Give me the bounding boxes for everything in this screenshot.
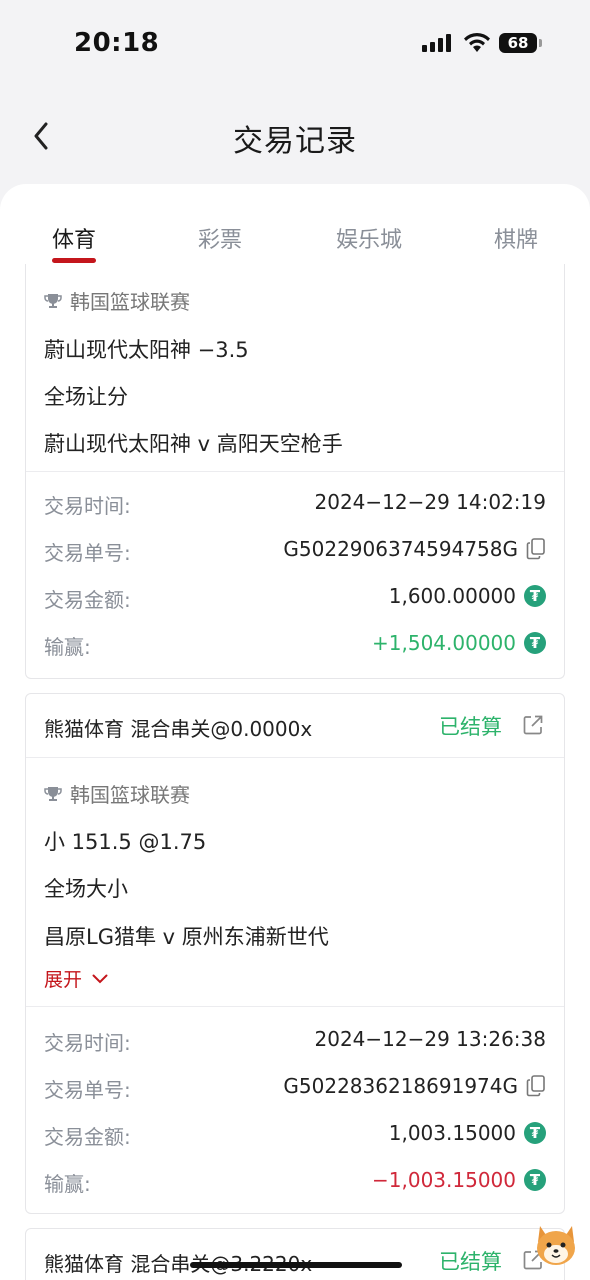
tab-sports[interactable]: 体育 — [52, 222, 96, 254]
order-number-value: G5022906374594758G — [283, 537, 518, 561]
external-link-icon[interactable] — [522, 714, 544, 736]
league: 韩国篮球联赛 — [44, 286, 190, 315]
tab-bar: 体育 彩票 娱乐城 棋牌 — [0, 184, 590, 276]
tab-active-indicator — [52, 258, 96, 263]
winloss: +1,504.00000 ₮ — [372, 631, 546, 655]
expand-label: 展开 — [44, 969, 83, 991]
winloss-label: 输赢: — [44, 1172, 91, 1196]
order-number-row: 交易单号: G5022906374594758G — [44, 537, 546, 567]
trophy-icon — [44, 293, 62, 308]
tether-icon: ₮ — [524, 632, 546, 654]
trophy-icon — [44, 786, 62, 801]
league: 韩国篮球联赛 — [44, 779, 190, 808]
winloss-value: +1,504.00000 — [372, 631, 516, 655]
tether-icon: ₮ — [524, 1122, 546, 1144]
bet-detail: 韩国篮球联赛 小 151.5 @1.75 全场大小 昌原LG猎隼 v 原州东浦新… — [26, 758, 564, 1007]
home-indicator — [190, 1262, 402, 1268]
league-name: 韩国篮球联赛 — [70, 290, 190, 314]
shiba-mascot-icon[interactable] — [530, 1220, 582, 1272]
settled-status: 已结算 — [439, 715, 502, 739]
amount-value: 1,003.15000 — [388, 1121, 516, 1145]
amount-label: 交易金额: — [44, 1125, 131, 1149]
tether-icon: ₮ — [524, 585, 546, 607]
trade-time-row: 交易时间: 2024−12−29 13:26:38 — [44, 1027, 546, 1057]
battery-indicator: 68 — [499, 33, 542, 53]
chevron-down-icon — [92, 974, 108, 983]
bet-market: 全场大小 — [44, 877, 128, 901]
expand-toggle[interactable]: 展开 — [44, 965, 108, 992]
card-header: 熊猫体育 混合串关@3.2220x 已结算 — [26, 1229, 564, 1280]
winloss: −1,003.15000 ₮ — [372, 1168, 546, 1192]
copy-icon[interactable] — [526, 538, 546, 560]
tether-icon: ₮ — [524, 1169, 546, 1191]
bet-match: 昌原LG猎隼 v 原州东浦新世代 — [44, 925, 329, 949]
league-name: 韩国篮球联赛 — [70, 783, 190, 807]
content-panel: 体育 彩票 娱乐城 棋牌 韩国篮球联赛 蔚山现代太阳神 −3.5 全场让分 蔚山… — [0, 184, 590, 1280]
amount-row: 交易金额: 1,600.00000 ₮ — [44, 584, 546, 614]
status-bar: 20:18 68 — [0, 0, 590, 88]
bet-card: 韩国篮球联赛 蔚山现代太阳神 −3.5 全场让分 蔚山现代太阳神 v 高阳天空枪… — [25, 264, 565, 679]
trade-time-label: 交易时间: — [44, 494, 131, 518]
tab-lottery[interactable]: 彩票 — [198, 222, 242, 254]
winloss-row: 输赢: −1,003.15000 ₮ — [44, 1168, 546, 1198]
cellular-signal-icon — [422, 34, 451, 52]
bet-match: 蔚山现代太阳神 v 高阳天空枪手 — [44, 432, 343, 456]
bet-card: 熊猫体育 混合串关@3.2220x 已结算 — [25, 1228, 565, 1280]
amount-row: 交易金额: 1,003.15000 ₮ — [44, 1121, 546, 1151]
bet-selection: 蔚山现代太阳神 −3.5 — [44, 338, 249, 362]
bet-selection: 小 151.5 @1.75 — [44, 830, 207, 854]
amount-label: 交易金额: — [44, 588, 131, 612]
tab-chess-cards[interactable]: 棋牌 — [494, 222, 538, 254]
bet-market: 全场让分 — [44, 385, 128, 409]
page-title: 交易记录 — [233, 124, 357, 159]
winloss-value: −1,003.15000 — [372, 1168, 516, 1192]
card-header: 熊猫体育 混合串关@0.0000x 已结算 — [26, 694, 564, 758]
wifi-icon — [464, 32, 490, 52]
amount: 1,003.15000 ₮ — [389, 1121, 546, 1145]
nav-header: 交易记录 — [0, 88, 590, 184]
trade-time-value: 2024−12−29 13:26:38 — [314, 1027, 547, 1051]
order-number-label: 交易单号: — [44, 541, 131, 565]
bet-card: 熊猫体育 混合串关@0.0000x 已结算 韩国篮球联赛 小 151.5 @1.… — [25, 693, 565, 1214]
trade-time-row: 交易时间: 2024−12−29 14:02:19 — [44, 490, 546, 520]
order-number-label: 交易单号: — [44, 1078, 131, 1102]
order-number: G5022906374594758G — [283, 537, 546, 561]
amount-value: 1,600.00000 — [388, 584, 516, 608]
settled-status: 已结算 — [439, 1250, 502, 1274]
trade-time-value: 2024−12−29 14:02:19 — [314, 490, 547, 514]
provider-name: 熊猫体育 混合串关@0.0000x — [44, 717, 313, 741]
bet-detail: 韩国篮球联赛 蔚山现代太阳神 −3.5 全场让分 蔚山现代太阳神 v 高阳天空枪… — [26, 264, 564, 472]
order-number-value: G5022836218691974G — [283, 1074, 518, 1098]
order-number: G5022836218691974G — [283, 1074, 546, 1098]
order-number-row: 交易单号: G5022836218691974G — [44, 1074, 546, 1104]
winloss-label: 输赢: — [44, 635, 91, 659]
tab-casino[interactable]: 娱乐城 — [336, 222, 402, 254]
winloss-row: 输赢: +1,504.00000 ₮ — [44, 631, 546, 661]
trade-time-label: 交易时间: — [44, 1031, 131, 1055]
amount: 1,600.00000 ₮ — [389, 584, 546, 608]
copy-icon[interactable] — [526, 1075, 546, 1097]
status-time: 20:18 — [74, 28, 160, 58]
